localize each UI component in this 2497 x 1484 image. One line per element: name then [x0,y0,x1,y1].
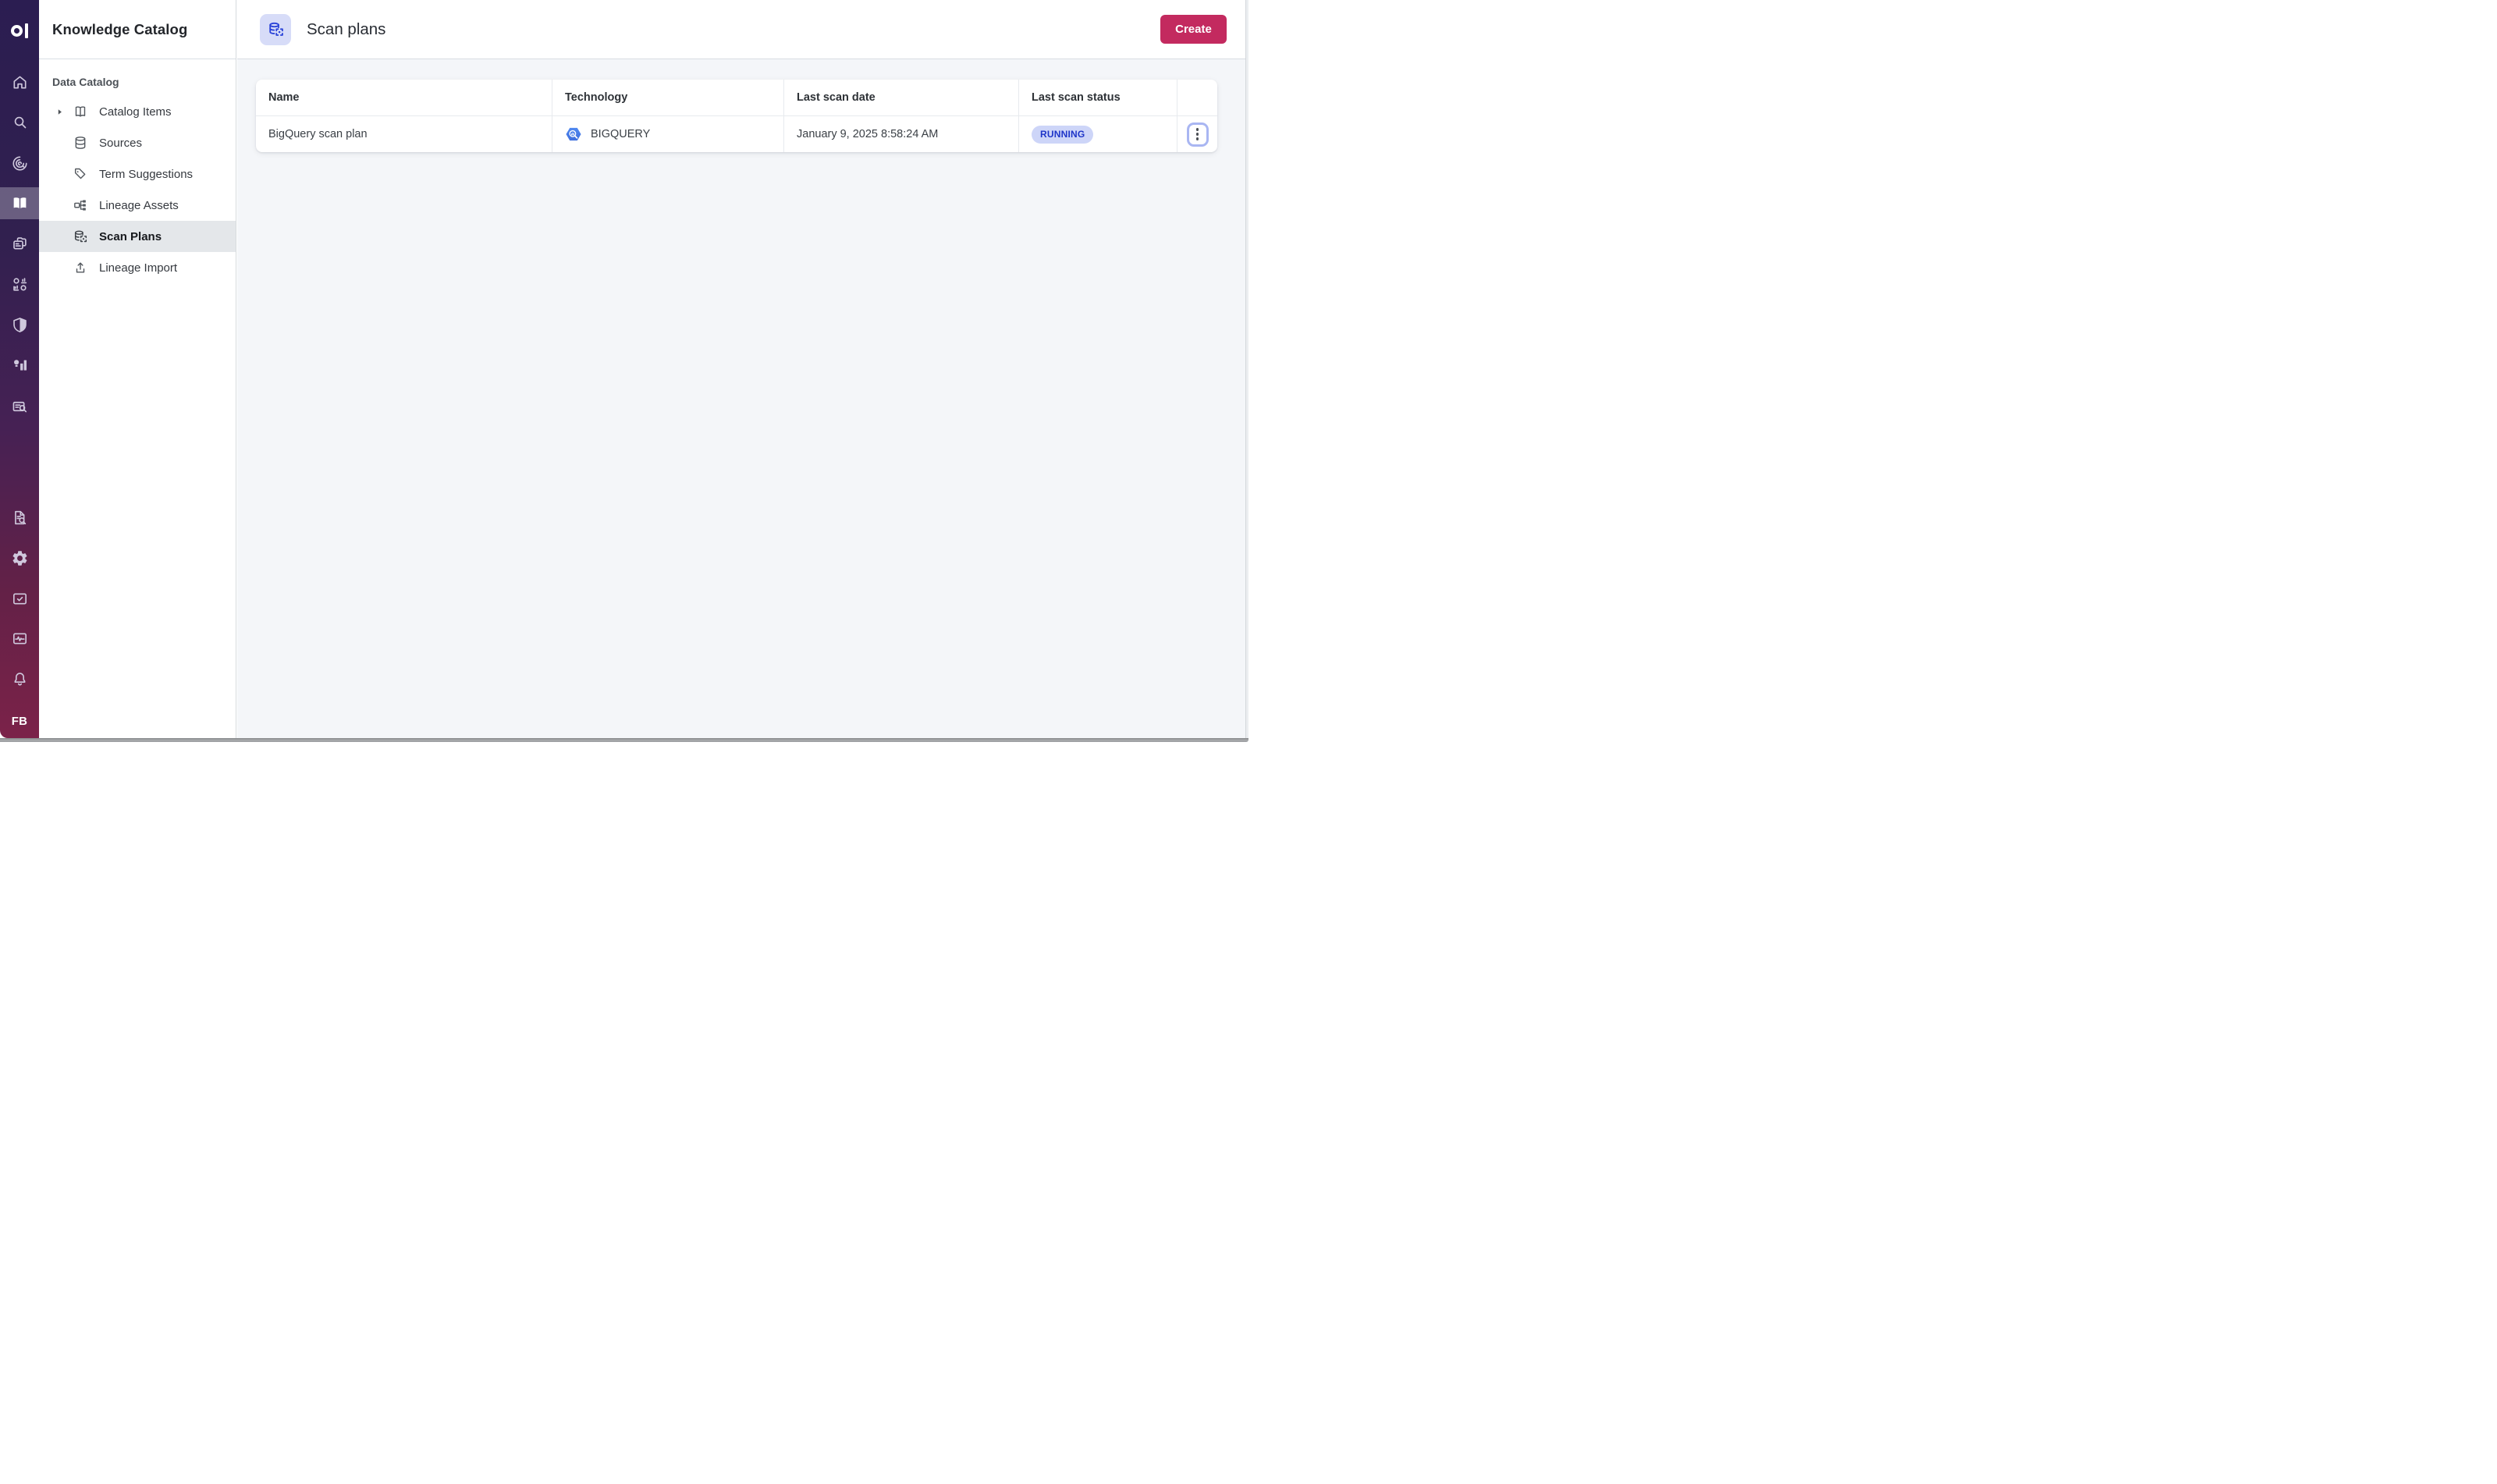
column-header-actions [1177,80,1217,115]
cell-actions [1177,116,1217,152]
horizontal-scrollbar[interactable] [0,738,1248,742]
bell-icon[interactable] [0,663,39,694]
user-avatar[interactable]: FB [0,715,39,728]
cell-technology: BIGQUERY [552,116,784,152]
section-label: Data Catalog [52,76,119,88]
cell-last-scan-status: RUNNING [1019,116,1177,152]
scan-plan-icon [260,13,291,45]
sidebar-item-catalog-items[interactable]: Catalog Items [39,96,236,127]
sidebar-item-label: Scan Plans [99,229,162,243]
column-header-name: Name [256,80,552,115]
data-quality-icon[interactable] [0,147,39,179]
table-row[interactable]: BigQuery scan plan BIGQUERY January 9, 2… [256,116,1217,152]
database-icon [73,135,88,151]
sidebar-item-label: Lineage Import [99,261,178,275]
sidebar-item-lineage-assets[interactable]: Lineage Assets [39,190,236,221]
sidebar-title: Knowledge Catalog [39,0,236,59]
content-area: Name Technology Last scan date Last scan… [237,59,1248,738]
monitoring-icon[interactable] [0,623,39,654]
tag-icon [73,166,88,182]
lineage-icon [73,197,88,213]
column-header-technology: Technology [552,80,784,115]
sidebar-item-label: Term Suggestions [99,167,194,181]
scan-plan-icon [73,229,88,244]
column-header-last-scan-date: Last scan date [784,80,1019,115]
create-button[interactable]: Create [1160,15,1227,44]
app-window: FB Knowledge Catalog Data Catalog Catalo… [0,0,1248,742]
table-header-row: Name Technology Last scan date Last scan… [256,80,1217,116]
master-data-icon[interactable] [0,268,39,300]
status-badge: RUNNING [1032,125,1094,144]
gear-icon[interactable] [0,542,39,573]
shield-icon[interactable] [0,309,39,340]
logo-bar [24,23,29,38]
technology-label: BIGQUERY [591,128,651,140]
cell-last-scan-date: January 9, 2025 8:58:24 AM [784,116,1019,152]
insights-chart-icon[interactable] [0,350,39,381]
upload-icon [73,260,88,275]
sidebar-item-label: Sources [99,136,143,150]
logo-circle [10,24,23,37]
main-area: Scan plans Create Name Technology Last s… [237,0,1248,738]
knowledge-catalog-book-icon[interactable] [0,187,39,219]
audit-document-icon[interactable] [0,502,39,533]
sidebar-item-label: Catalog Items [99,105,172,119]
column-header-last-scan-status: Last scan status [1019,80,1177,115]
sidebar-item-lineage-import[interactable]: Lineage Import [39,252,236,283]
sidebar-item-label: Lineage Assets [99,198,179,212]
caret-right-icon[interactable] [55,108,66,116]
tasks-icon[interactable] [0,583,39,614]
kebab-menu-button[interactable] [1186,122,1209,147]
book-open-icon [73,104,88,119]
cell-name: BigQuery scan plan [256,116,552,152]
left-rail: FB [0,0,39,738]
sidebar-item-term-suggestions[interactable]: Term Suggestions [39,158,236,190]
data-stories-icon[interactable] [0,391,39,422]
vertical-scrollbar[interactable] [1245,0,1248,738]
scan-plans-table: Name Technology Last scan date Last scan… [256,80,1217,152]
ataccama-one-logo-icon[interactable] [0,23,39,38]
bigquery-icon [566,127,581,141]
page-title: Scan plans [307,20,386,38]
sidebar: Knowledge Catalog Data Catalog Catalog I… [39,0,236,738]
sidebar-item-sources[interactable]: Sources [39,127,236,158]
home-icon[interactable] [0,66,39,98]
documents-icon[interactable] [0,228,39,259]
search-icon[interactable] [0,106,39,137]
sidebar-item-scan-plans[interactable]: Scan Plans [39,221,236,252]
page-header: Scan plans Create [237,0,1248,59]
